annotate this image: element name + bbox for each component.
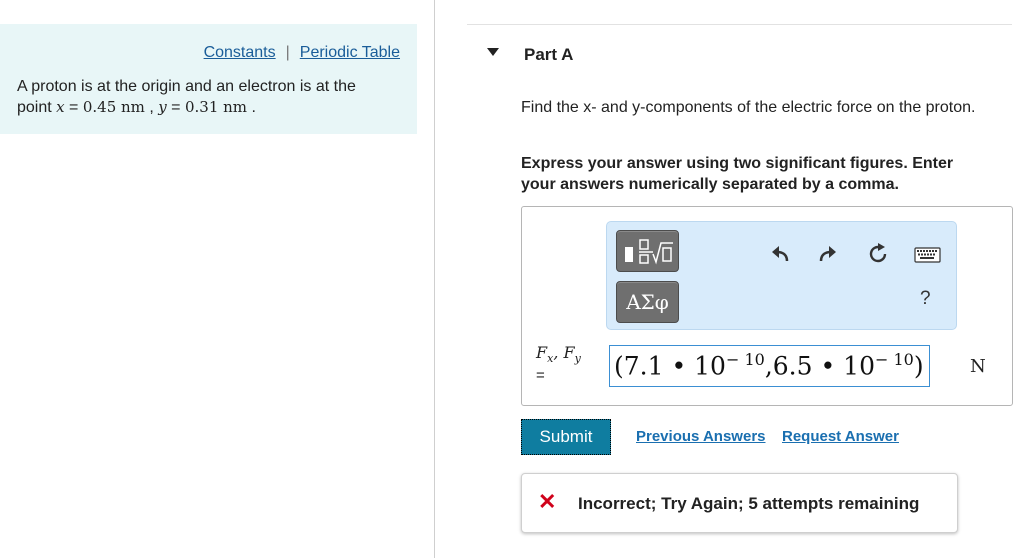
y-variable: y bbox=[158, 98, 167, 116]
keyboard-icon[interactable] bbox=[914, 247, 941, 263]
undo-icon[interactable] bbox=[769, 244, 791, 264]
templates-icon bbox=[625, 239, 673, 265]
answer-part-close: ) bbox=[913, 351, 924, 381]
x-variable: x bbox=[56, 98, 65, 116]
answer-input[interactable]: (7.1 • 10− 10,6.5 • 10− 10) bbox=[609, 345, 930, 387]
answer-equals-sign: = bbox=[536, 367, 545, 384]
resource-links: Constants | Periodic Table bbox=[204, 44, 400, 62]
reset-icon[interactable] bbox=[866, 242, 890, 266]
answer-part-mid: ,6.5 • 10 bbox=[764, 351, 875, 381]
link-separator: | bbox=[285, 44, 290, 61]
request-answer-link[interactable]: Request Answer bbox=[782, 428, 899, 445]
help-button[interactable]: ? bbox=[920, 288, 931, 310]
problem-text-line1: A proton is at the origin and an electro… bbox=[17, 78, 356, 95]
answer-instructions: Express your answer using two significan… bbox=[521, 155, 954, 193]
feedback-message: Incorrect; Try Again; 5 attempts remaini… bbox=[578, 494, 920, 513]
answer-box: ΑΣφ ? Fx, Fy = (7.1 • 10− 10,6.5 • 10− 1… bbox=[521, 206, 1013, 406]
periodic-table-link[interactable]: Periodic Table bbox=[300, 44, 400, 61]
part-title[interactable]: Part A bbox=[524, 45, 573, 65]
greek-symbols-button[interactable]: ΑΣφ bbox=[616, 281, 679, 323]
y-equals: = bbox=[166, 99, 185, 116]
part-top-rule bbox=[467, 24, 1012, 25]
answer-exponent-1: − 10 bbox=[725, 350, 765, 369]
answer-variable-label: Fx, Fy bbox=[536, 343, 581, 366]
redo-icon[interactable] bbox=[817, 244, 839, 264]
previous-answers-link[interactable]: Previous Answers bbox=[636, 428, 766, 445]
answer-input-value: (7.1 • 10− 10,6.5 • 10− 10) bbox=[614, 350, 924, 380]
submit-button[interactable]: Submit bbox=[521, 419, 611, 455]
y-value: 0.31 nm bbox=[184, 98, 248, 116]
collapse-triangle-icon[interactable] bbox=[487, 48, 499, 56]
period: . bbox=[247, 99, 256, 116]
feedback-box: ✕ Incorrect; Try Again; 5 attempts remai… bbox=[521, 473, 958, 533]
answer-part-open: (7.1 • 10 bbox=[614, 351, 726, 381]
answer-exponent-2: − 10 bbox=[874, 350, 914, 369]
x-equals: = bbox=[64, 99, 83, 116]
templates-button[interactable] bbox=[616, 230, 679, 272]
constants-link[interactable]: Constants bbox=[204, 44, 276, 61]
answer-units: N bbox=[970, 356, 986, 377]
math-toolbar: ΑΣφ ? bbox=[606, 221, 957, 330]
problem-text-line2: point bbox=[17, 99, 57, 116]
x-value: 0.45 nm bbox=[82, 98, 145, 116]
comma: , bbox=[144, 99, 159, 116]
column-divider bbox=[434, 0, 435, 558]
error-x-icon: ✕ bbox=[538, 489, 557, 514]
problem-panel: Constants | Periodic Table A proton is at … bbox=[0, 24, 417, 134]
problem-statement: A proton is at the origin and an electro… bbox=[17, 76, 407, 118]
question-text: Find the x- and y-components of the elec… bbox=[521, 99, 976, 116]
